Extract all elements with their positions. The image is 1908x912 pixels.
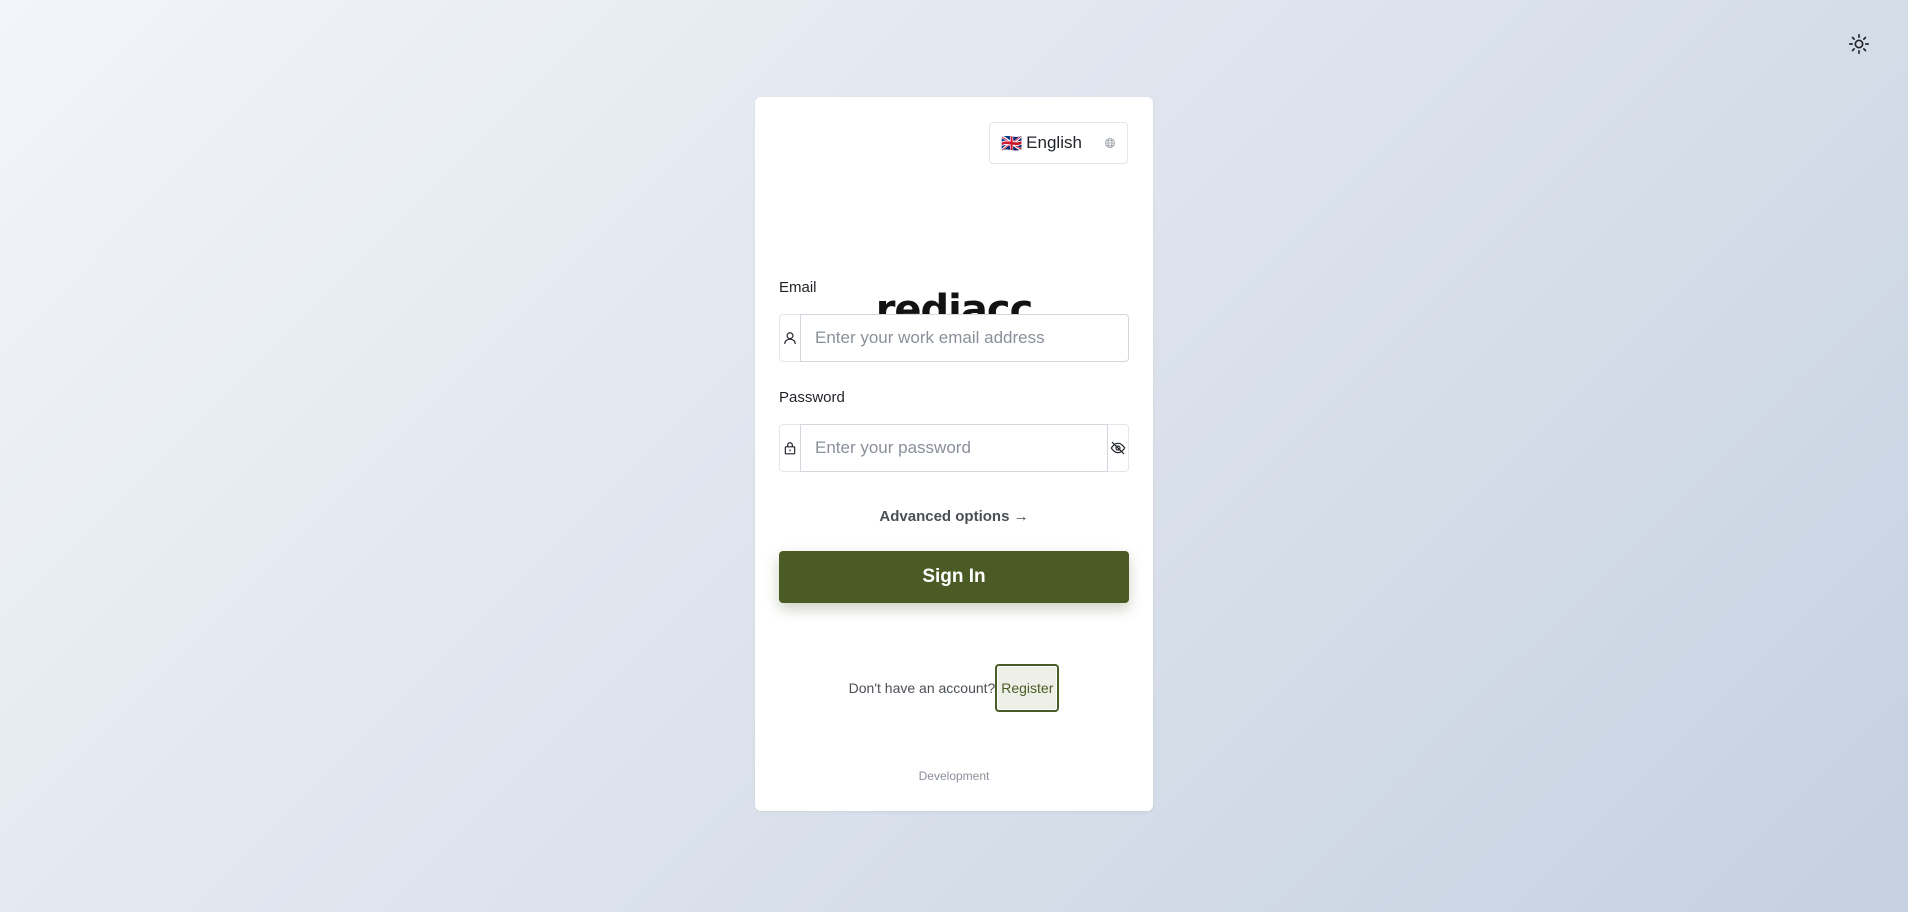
password-visibility-toggle[interactable]: [1108, 424, 1129, 472]
register-prompt: Don't have an account?: [848, 680, 996, 696]
login-card: 🇬🇧 English rediacc Email Password: [755, 97, 1153, 811]
language-label: English: [1026, 133, 1082, 152]
language-select[interactable]: 🇬🇧 English: [989, 122, 1128, 164]
email-field-group: [779, 314, 1129, 362]
globe-icon: [1105, 138, 1115, 148]
password-input[interactable]: [800, 424, 1108, 472]
user-icon: [784, 332, 796, 344]
email-prefix: [779, 314, 800, 362]
sun-icon: [1849, 34, 1869, 54]
password-label: Password: [779, 389, 845, 406]
theme-toggle-button[interactable]: [1846, 31, 1872, 57]
register-button[interactable]: Register: [995, 664, 1060, 712]
register-row: Don't have an account? Register: [755, 664, 1153, 712]
password-field-group: [779, 424, 1129, 472]
advanced-options-link[interactable]: Advanced options →: [755, 508, 1153, 525]
email-label: Email: [779, 279, 817, 296]
environment-label: Development: [918, 769, 990, 783]
lock-icon: [784, 442, 796, 455]
eye-invisible-icon: [1110, 441, 1126, 455]
uk-flag-icon: 🇬🇧: [1001, 133, 1023, 153]
email-input[interactable]: [800, 314, 1129, 362]
sign-in-button[interactable]: Sign In: [779, 551, 1129, 603]
password-prefix: [779, 424, 800, 472]
